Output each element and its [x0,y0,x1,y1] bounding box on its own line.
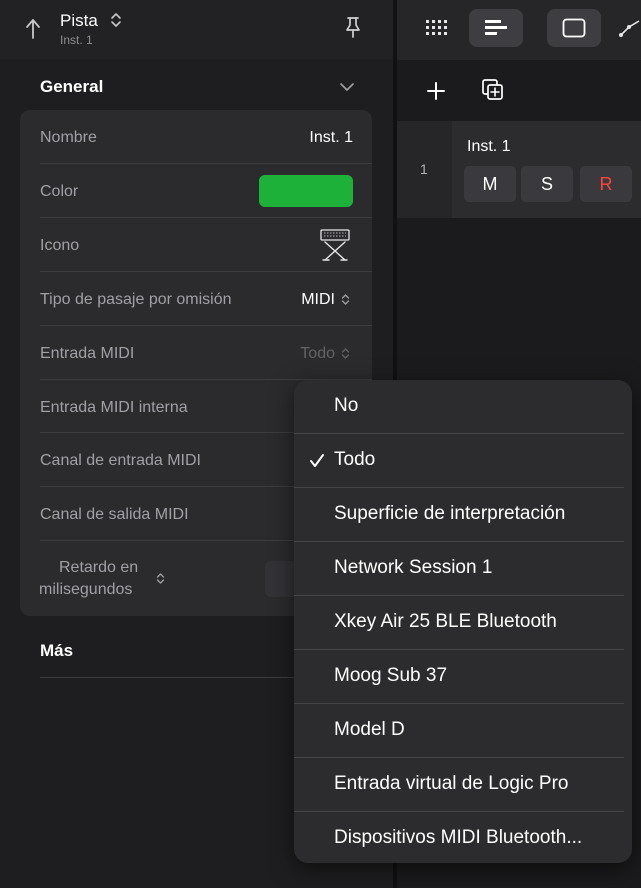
midi-output-channel-label: Canal de salida MIDI [40,506,189,523]
chevron-updown-icon[interactable] [110,12,122,28]
tracks-view-button[interactable] [469,9,523,47]
divider [40,217,372,218]
inspector-header: Pista Inst. 1 [0,0,393,59]
more-section-title[interactable]: Más [40,641,73,661]
tracks-toolbar [397,0,641,60]
icon-label: Icono [40,237,80,254]
midi-input-value[interactable]: Todo [270,345,335,363]
inspector-subtitle: Inst. 1 [60,33,93,47]
menu-item-no[interactable]: No [294,380,632,433]
inspector-title[interactable]: Pista [60,11,98,31]
default-region-type-label: Tipo de pasaje por omisión [40,291,232,308]
menu-item-label: Xkey Air 25 BLE Bluetooth [334,611,557,632]
menu-item-network-session[interactable]: Network Session 1 [294,542,632,595]
menu-item-label: Network Session 1 [334,557,493,578]
menu-item-label: Model D [334,719,405,740]
grid-view-button[interactable] [409,9,463,47]
menu-item-moog-sub-37[interactable]: Moog Sub 37 [294,650,632,703]
menu-item-bluetooth-midi[interactable]: Dispositivos MIDI Bluetooth... [294,812,632,863]
name-label: Nombre [40,129,97,146]
track-number: 1 [420,161,428,177]
chevron-updown-icon[interactable] [341,293,350,306]
name-value[interactable]: Inst. 1 [260,129,353,147]
pin-icon[interactable] [342,15,364,39]
duplicate-track-icon[interactable] [481,78,505,102]
track-number-cell: 1 [397,121,452,218]
solo-button[interactable]: S [521,166,573,202]
back-arrow-icon[interactable] [22,16,44,40]
menu-item-model-d[interactable]: Model D [294,704,632,757]
tracks-list-icon [485,20,507,35]
automation-curve-icon [619,20,640,37]
menu-item-label: Entrada virtual de Logic Pro [334,773,569,794]
track-name[interactable]: Inst. 1 [467,138,511,156]
menu-item-label: Moog Sub 37 [334,665,448,686]
internal-midi-input-label: Entrada MIDI interna [40,399,188,416]
chevron-updown-icon[interactable] [341,347,350,360]
window-icon [562,18,586,38]
menu-item-logic-virtual-input[interactable]: Entrada virtual de Logic Pro [294,758,632,811]
midi-input-menu: No Todo Superficie de interpretación Net… [294,380,632,863]
menu-item-performance-surface[interactable]: Superficie de interpretación [294,488,632,541]
chevron-down-icon[interactable] [339,81,355,93]
color-swatch[interactable] [259,175,353,207]
midi-input-channel-label: Canal de entrada MIDI [40,452,201,469]
menu-item-todo[interactable]: Todo [294,434,632,487]
divider [40,271,372,272]
menu-item-xkey-air[interactable]: Xkey Air 25 BLE Bluetooth [294,596,632,649]
midi-input-label: Entrada MIDI [40,345,135,362]
menu-item-label: Dispositivos MIDI Bluetooth... [334,827,583,848]
latency-label-line2: milisegundos [39,581,133,598]
keyboard-stand-icon[interactable] [319,228,351,262]
general-section-title[interactable]: General [40,77,103,97]
mute-button[interactable]: M [464,166,516,202]
divider [40,163,372,164]
automation-button[interactable] [609,9,641,47]
chevron-updown-icon[interactable] [156,572,165,585]
checkmark-icon [310,454,324,467]
color-label: Color [40,183,79,200]
menu-item-label: Todo [334,449,376,470]
latency-label-line1: Retardo en [59,559,139,576]
add-track-icon[interactable] [425,80,447,102]
record-enable-button[interactable]: R [580,166,632,202]
menu-item-label: Superficie de interpretación [334,503,566,524]
menu-item-label: No [334,395,359,416]
divider [40,325,372,326]
default-region-type-value[interactable]: MIDI [280,291,335,309]
window-view-button[interactable] [547,9,601,47]
grid-icon [426,20,447,35]
track-header-row[interactable]: 1 Inst. 1 M S R [397,121,641,218]
